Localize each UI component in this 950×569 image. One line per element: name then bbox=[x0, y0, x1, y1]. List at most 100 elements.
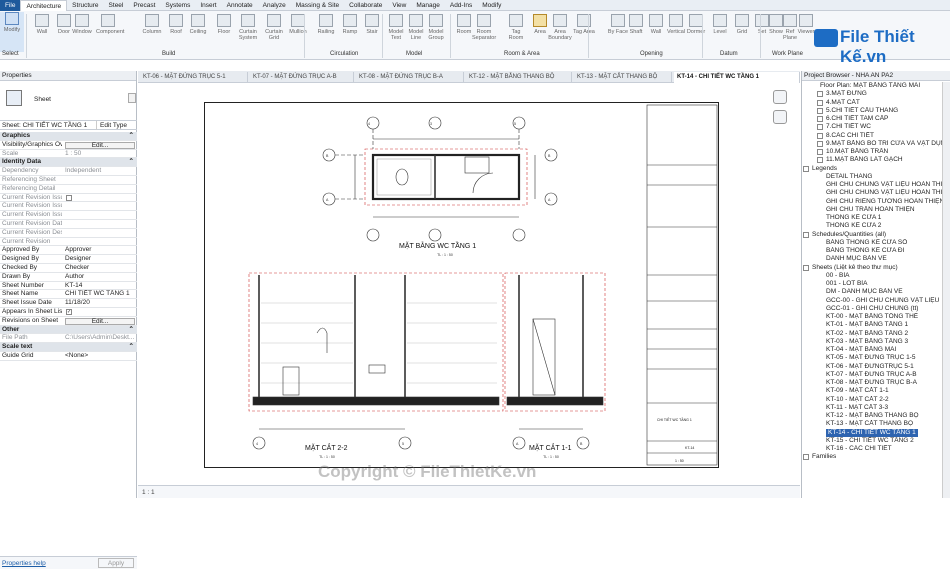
property-row[interactable]: Dependency Independent bbox=[0, 167, 137, 176]
browser-item[interactable]: KT-03 - MẶT BẰNG TẦNG 3 bbox=[802, 338, 950, 346]
property-value[interactable]: C:\Users\Admin\Deskt... bbox=[65, 334, 135, 342]
property-value[interactable]: Independent bbox=[65, 167, 135, 175]
apply-button[interactable]: Apply bbox=[98, 558, 134, 568]
browser-item[interactable]: KT-16 - CÁC CHI TIẾT bbox=[802, 445, 950, 453]
browser-item[interactable]: KT-05 - MẶT ĐỨNG TRỤC 1-5 bbox=[802, 354, 950, 362]
browser-item[interactable]: 3.MẶT ĐỨNG bbox=[802, 90, 950, 98]
tab-insert[interactable]: Insert bbox=[195, 0, 221, 11]
property-value[interactable]: Approver bbox=[65, 246, 135, 254]
browser-item[interactable]: KT-07 - MẶT ĐỨNG TRỤC A-B bbox=[802, 371, 950, 379]
property-row[interactable]: Drawn By Author bbox=[0, 273, 137, 282]
property-value[interactable]: KT-14 bbox=[65, 282, 135, 290]
property-row[interactable]: Visibility/Graphics Ov... Edit... bbox=[0, 141, 137, 150]
property-value[interactable]: 1 : 50 bbox=[65, 150, 135, 158]
expand-icon[interactable] bbox=[803, 165, 809, 172]
browser-item[interactable]: BẢNG THỐNG KÊ CỬA ĐI bbox=[802, 247, 950, 255]
tab-precast[interactable]: Precast bbox=[128, 0, 160, 11]
property-value[interactable]: Author bbox=[65, 273, 135, 281]
expand-icon[interactable] bbox=[817, 149, 823, 155]
browser-item[interactable]: KT-10 - MẶT CẮT 2-2 bbox=[802, 396, 950, 404]
view-tab[interactable]: KT-14 - CHI TIẾT WC TẦNG 1 bbox=[674, 72, 800, 83]
property-row[interactable]: Referencing Detail bbox=[0, 185, 137, 194]
property-row[interactable]: Referencing Sheet bbox=[0, 176, 137, 185]
property-row[interactable]: Current Revision bbox=[0, 238, 137, 247]
browser-item[interactable]: KT-15 - CHI TIẾT WC TẦNG 2 bbox=[802, 437, 950, 445]
browser-item[interactable]: Legends bbox=[802, 165, 950, 173]
tab-architecture[interactable]: Architecture bbox=[20, 0, 68, 11]
browser-item[interactable]: DANH MỤC BẢN VẼ bbox=[802, 255, 950, 263]
zoom-icon[interactable] bbox=[773, 110, 787, 124]
expand-icon[interactable] bbox=[817, 91, 823, 98]
tab-structure[interactable]: Structure bbox=[67, 0, 103, 11]
tool-floor[interactable]: Floor bbox=[212, 14, 236, 35]
browser-item[interactable]: KT-12 - MẶT BẰNG THANG BỘ bbox=[802, 412, 950, 420]
tab-collaborate[interactable]: Collaborate bbox=[344, 0, 387, 11]
collapse-icon[interactable]: ⌃ bbox=[129, 326, 134, 334]
property-value[interactable]: <None> bbox=[65, 352, 135, 360]
tab-massing-site[interactable]: Massing & Site bbox=[291, 0, 344, 11]
browser-item[interactable]: 10.MẶT BẰNG TRẦN bbox=[802, 148, 950, 156]
browser-item[interactable]: KT-09 - MẶT CẮT 1-1 bbox=[802, 387, 950, 395]
property-row[interactable]: Designed By Designer bbox=[0, 255, 137, 264]
browser-item[interactable]: KT-02 - MẶT BẰNG TẦNG 2 bbox=[802, 330, 950, 338]
view-tab[interactable]: KT-08 - MẶT ĐỨNG TRỤC B-A bbox=[356, 72, 464, 83]
group-room-area[interactable]: Room & Area bbox=[504, 51, 540, 57]
browser-item[interactable]: KT-14 - CHI TIẾT WC TẦNG 1 bbox=[802, 428, 950, 437]
tool-component[interactable]: Component bbox=[96, 14, 124, 35]
browser-item[interactable]: 00 - BÌA bbox=[802, 272, 950, 280]
tool-modify[interactable]: Modify bbox=[0, 12, 24, 52]
property-row[interactable]: Current Revision Issued bbox=[0, 194, 137, 203]
browser-item[interactable]: KT-04 - MẶT BẰNG MÁI bbox=[802, 346, 950, 354]
browser-item[interactable]: KT-01 - MẶT BẰNG TẦNG 1 bbox=[802, 321, 950, 329]
browser-item[interactable]: GCC-00 - GHI CHÚ CHUNG VẬT LIỆU bbox=[802, 297, 950, 305]
tool-level[interactable]: Level bbox=[708, 14, 732, 35]
property-row[interactable]: Sheet Name CHI TIẾT WC TẦNG 1 bbox=[0, 290, 137, 300]
group-select[interactable]: Select bbox=[2, 51, 19, 57]
tool-mullion[interactable]: Mullion bbox=[286, 14, 310, 35]
browser-item[interactable]: 7.CHI TIẾT WC bbox=[802, 123, 950, 131]
browser-item[interactable]: DM - DANH MỤC BẢN VẼ bbox=[802, 288, 950, 296]
view-tab[interactable]: KT-07 - MẶT ĐỨNG TRỤC A-B bbox=[250, 72, 354, 83]
expand-icon[interactable] bbox=[803, 454, 809, 461]
checkbox[interactable] bbox=[66, 194, 72, 201]
tool-ceiling[interactable]: Ceiling bbox=[186, 14, 210, 35]
view-tab[interactable]: KT-12 - MẶT BẰNG THANG BỘ bbox=[466, 72, 572, 83]
browser-item[interactable]: KT-06 - MẶT ĐỨNGTRỤC 5-1 bbox=[802, 363, 950, 371]
tool-dormer[interactable]: Dormer bbox=[684, 14, 708, 35]
property-value[interactable]: CHI TIẾT WC TẦNG 1 bbox=[65, 290, 135, 298]
expand-icon[interactable] bbox=[817, 140, 823, 147]
property-row[interactable]: Guide Grid <None> bbox=[0, 352, 137, 361]
tool-tag-room[interactable]: Tag Room bbox=[504, 14, 528, 41]
browser-item[interactable]: 11.MẶT BẰNG LÁT GẠCH bbox=[802, 156, 950, 164]
group-circulation[interactable]: Circulation bbox=[330, 51, 358, 57]
browser-item[interactable]: 4.MẶT CẮT bbox=[802, 99, 950, 107]
browser-item[interactable]: GHI CHÚ RIÊNG TƯỜNG HOÀN THIỆN bbox=[802, 198, 950, 206]
collapse-icon[interactable]: ⌃ bbox=[129, 132, 134, 140]
tab-analyze[interactable]: Analyze bbox=[258, 0, 291, 11]
property-row[interactable]: Approved By Approver bbox=[0, 246, 137, 256]
browser-item[interactable]: 001 - LÓT BÌA bbox=[802, 280, 950, 288]
tool-area-boundary[interactable]: Area Boundary bbox=[548, 14, 572, 41]
expand-icon[interactable] bbox=[817, 99, 823, 106]
property-row[interactable]: Sheet Number KT-14 bbox=[0, 282, 137, 291]
browser-item[interactable]: Floor Plan: MẶT BẰNG TẦNG MÁI bbox=[802, 82, 950, 90]
instance-dropdown[interactable]: Sheet: CHI TIẾT WC TẦNG 1 bbox=[1, 121, 97, 130]
collapse-icon[interactable]: ⌃ bbox=[129, 158, 134, 166]
browser-item[interactable]: KT-11 - MẶT CẮT 3-3 bbox=[802, 404, 950, 412]
tool-room-separator[interactable]: Room Separator bbox=[472, 14, 496, 41]
expand-icon[interactable] bbox=[803, 231, 809, 238]
properties-help-link[interactable]: Properties help bbox=[2, 560, 46, 567]
tool-curtain-grid[interactable]: Curtain Grid bbox=[262, 14, 286, 41]
tab-view[interactable]: View bbox=[387, 0, 411, 11]
browser-item[interactable]: 9.MẶT BẰNG BỐ TRÍ CỬA VÀ VẬT DỤNG bbox=[802, 140, 950, 148]
tool-curtain-system[interactable]: Curtain System bbox=[236, 14, 260, 41]
tool-railing[interactable]: Railing bbox=[314, 14, 338, 35]
group-work-plane[interactable]: Work Plane bbox=[772, 51, 803, 57]
edit-button[interactable]: Edit... bbox=[65, 141, 135, 149]
property-row[interactable]: Scale 1 : 50 bbox=[0, 150, 137, 159]
property-row[interactable]: Current Revision Issu... bbox=[0, 202, 137, 212]
browser-item[interactable]: Families bbox=[802, 453, 950, 461]
type-scroll-icon[interactable] bbox=[128, 93, 136, 103]
expand-icon[interactable] bbox=[817, 107, 823, 114]
property-value[interactable]: 11/18/20 bbox=[65, 299, 135, 307]
